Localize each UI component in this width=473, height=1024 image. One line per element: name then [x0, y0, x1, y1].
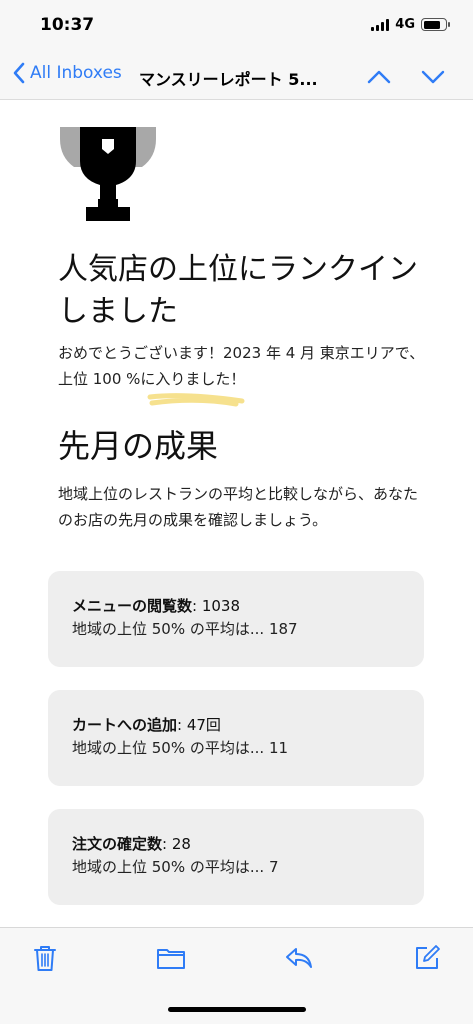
section-description: 地域上位のレストランの平均と比較しながら、あなたのお店の先月の成果を確認しましょ… [58, 485, 419, 529]
home-indicator [168, 1007, 306, 1012]
stat-label: メニューの閲覧数 [72, 597, 193, 615]
status-time: 10:37 [40, 15, 95, 35]
stat-label: 注文の確定数 [72, 835, 163, 853]
stat-comparison: 地域の上位 50% の平均は... 7 [72, 858, 279, 876]
email-body: 人気店の上位にランクインしました おめでとうございます！2023 年 4 月 東… [0, 101, 473, 927]
email-subject: マンスリーレポート 5... [139, 70, 318, 89]
stat-comparison: 地域の上位 50% の平均は... 187 [72, 620, 298, 638]
stat-card-cart-adds: カートへの追加: 47回 地域の上位 50% の平均は... 11 [48, 690, 424, 786]
status-indicators: 4G [371, 17, 450, 32]
intro-text: おめでとうございます！2023 年 4 月 東京エリアで、上位 100 %に入り… [58, 344, 425, 388]
back-button[interactable]: All Inboxes [12, 62, 122, 84]
compose-icon[interactable] [412, 943, 442, 973]
stat-card-orders: 注文の確定数: 28 地域の上位 50% の平均は... 7 [48, 809, 424, 905]
folder-icon[interactable] [156, 943, 186, 973]
network-type: 4G [395, 17, 415, 32]
section-title: 先月の成果 [58, 427, 219, 465]
trophy-icon [60, 127, 156, 221]
previous-message-icon[interactable] [366, 64, 392, 90]
email-headline: 人気店の上位にランクインしました [58, 252, 418, 329]
nav-bar: All Inboxes マンスリーレポート 5... [0, 52, 473, 100]
highlight-mark [147, 393, 245, 407]
stat-comparison: 地域の上位 50% の平均は... 11 [72, 739, 289, 757]
back-label: All Inboxes [30, 63, 122, 83]
stat-label: カートへの追加 [72, 716, 178, 734]
stat-card-menu-views: メニューの閲覧数: 1038 地域の上位 50% の平均は... 187 [48, 571, 424, 667]
reply-icon[interactable] [284, 943, 314, 973]
stat-value: : 1038 [192, 597, 241, 615]
stat-value: : 47回 [177, 716, 221, 734]
signal-icon [371, 18, 390, 31]
next-message-icon[interactable] [420, 64, 446, 90]
stat-value: : 28 [162, 835, 191, 853]
chevron-left-icon [13, 62, 25, 84]
battery-icon [421, 18, 450, 31]
trash-icon[interactable] [30, 943, 60, 973]
status-bar: 10:37 4G [0, 0, 473, 52]
